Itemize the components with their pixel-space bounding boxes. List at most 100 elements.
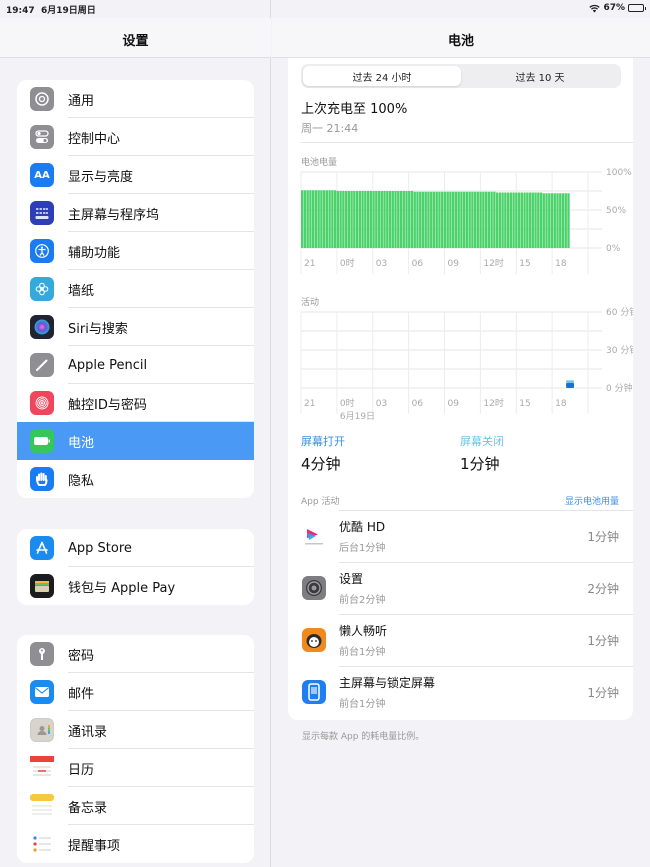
sidebar-item-battery[interactable]: 电池 xyxy=(17,422,254,460)
sidebar-item-pencil[interactable]: Apple Pencil xyxy=(17,346,254,384)
sidebar-item-app-store[interactable]: App Store xyxy=(17,529,254,567)
battery-level-bar xyxy=(487,191,491,248)
battery-icon xyxy=(30,429,54,453)
sidebar-item-calendar[interactable]: 日历 xyxy=(17,749,254,787)
sidebar-item-label: 显示与亮度 xyxy=(68,169,134,185)
sidebar-item-siri[interactable]: Siri与搜索 xyxy=(17,308,254,346)
sidebar-item-hand[interactable]: 隐私 xyxy=(17,460,254,498)
x-tick-label: 15 xyxy=(519,259,530,269)
app-usage-detail: 前台1分钟 xyxy=(339,647,386,658)
battery-level-bar xyxy=(402,191,405,248)
battery-level-bar xyxy=(430,191,433,248)
sidebar-item-reminders[interactable]: 提醒事项 xyxy=(17,825,254,863)
battery-level-bar xyxy=(301,190,304,248)
battery-level-bar xyxy=(465,191,469,248)
app-usage-time: 2分钟 xyxy=(587,581,619,596)
sidebar-item-label: 通讯录 xyxy=(68,724,108,740)
calendar-icon xyxy=(30,756,54,780)
main-header: 电池 xyxy=(272,18,650,58)
sidebar-item-key[interactable]: 密码 xyxy=(17,635,254,673)
page-title: 电池 xyxy=(447,34,474,49)
accessibility-icon xyxy=(30,239,54,263)
app-name: 优酷 HD xyxy=(339,520,386,534)
battery-level-bar xyxy=(460,191,463,248)
battery-level-bar xyxy=(388,191,392,248)
y-tick-label: 100% xyxy=(606,168,632,178)
divider xyxy=(301,142,633,143)
sidebar-item-accessibility[interactable]: 辅助功能 xyxy=(17,232,254,270)
sidebar-item-mail[interactable]: 邮件 xyxy=(17,673,254,711)
reminders-icon xyxy=(30,832,54,856)
home-lock-screen-icon xyxy=(302,680,326,704)
screen-on-stat: 屏幕打开 4分钟 xyxy=(301,433,345,474)
sidebar-item-wallpaper-flower[interactable]: 墙纸 xyxy=(17,270,254,308)
battery-level-bar xyxy=(506,192,510,248)
activity-bar-screen-off xyxy=(566,380,575,383)
sidebar-item-notes[interactable]: 备忘录 xyxy=(17,787,254,825)
battery-level-bar xyxy=(473,191,477,248)
battery-level-bar xyxy=(355,191,359,248)
battery-level-bar xyxy=(457,191,460,248)
youku-icon xyxy=(302,524,326,548)
battery-level-bar xyxy=(539,192,543,248)
battery-level-bar xyxy=(438,191,441,248)
battery-level-bar xyxy=(528,192,532,248)
battery-level-bar xyxy=(408,191,411,248)
app-texts: 优酷 HD 后台1分钟 xyxy=(339,518,385,554)
battery-level-bar xyxy=(556,193,559,248)
sidebar-item-gear[interactable]: 通用 xyxy=(17,80,254,118)
battery-level-bar xyxy=(380,191,383,248)
settings-group-3: 密码邮件通讯录日历备忘录提醒事项 xyxy=(17,635,254,863)
last-charged-time: 周一 21:44 xyxy=(301,122,359,135)
battery-level-bar xyxy=(314,190,318,248)
battery-level-bar xyxy=(325,190,329,248)
battery-level-bar xyxy=(375,191,378,248)
status-bar: 19:47 6月19日周日 67% xyxy=(0,0,650,18)
battery-level-bar xyxy=(526,192,529,248)
battery-level-bar xyxy=(369,191,372,248)
segment-last-10-days[interactable]: 过去 10 天 xyxy=(461,66,619,86)
battery-level-bar xyxy=(476,191,480,248)
battery-level-bar xyxy=(322,190,326,248)
battery-level-bar xyxy=(416,191,419,248)
battery-level-chart: 21 0时 03 06 09 12时 15 18 100% 50% 0% xyxy=(300,168,632,274)
sidebar-item-fingerprint[interactable]: 触控ID与密码 xyxy=(17,384,254,422)
x-tick-label: 18 xyxy=(555,259,567,269)
show-battery-usage-link[interactable]: 显示电池用量 xyxy=(565,494,619,507)
battery-level-bar xyxy=(520,192,523,248)
battery-level-bar xyxy=(364,191,367,248)
battery-level-bar xyxy=(490,191,493,248)
wifi-icon xyxy=(589,4,601,12)
battery-level-bar xyxy=(441,191,444,248)
battery-level-bar xyxy=(311,190,315,248)
sidebar-item-label: 隐私 xyxy=(68,473,95,489)
segment-last-24-hours[interactable]: 过去 24 小时 xyxy=(303,66,461,86)
battery-level-bar xyxy=(523,192,526,248)
sidebar-item-home-grid[interactable]: 主屏幕与程序坞 xyxy=(17,194,254,232)
sidebar-item-label: 备忘录 xyxy=(68,800,108,816)
x-tick-label: 21 xyxy=(304,399,315,409)
sidebar-item-toggles[interactable]: 控制中心 xyxy=(17,118,254,156)
x-tick-label: 06 xyxy=(412,259,424,269)
battery-level-bar xyxy=(353,191,356,248)
app-activity-row[interactable]: 优酷 HD 后台1分钟 1分钟 xyxy=(288,510,633,562)
sidebar-item-label: 控制中心 xyxy=(68,131,121,147)
sidebar-header: 设置 xyxy=(0,18,271,58)
battery-level-bar xyxy=(347,191,351,248)
sidebar-item-text-size[interactable]: AA 显示与亮度 xyxy=(17,156,254,194)
y-tick-label: 50% xyxy=(606,206,626,216)
battery-level-bar xyxy=(542,193,545,248)
screen-off-value: 1分钟 xyxy=(460,455,500,473)
battery-level-bar xyxy=(419,191,422,248)
sidebar-item-wallet[interactable]: 钱包与 Apple Pay xyxy=(17,567,254,605)
x-date-sublabel: 6月19日 xyxy=(340,411,375,422)
battery-level-bar xyxy=(479,191,482,248)
app-activity-row[interactable]: 主屏幕与锁定屏幕 前台1分钟 1分钟 xyxy=(288,666,633,718)
app-activity-row[interactable]: 懒人畅听 前台1分钟 1分钟 xyxy=(288,614,633,666)
sidebar-item-contacts[interactable]: 通讯录 xyxy=(17,711,254,749)
app-activity-row[interactable]: 设置 前台2分钟 2分钟 xyxy=(288,562,633,614)
app-activity-label: App 活动 xyxy=(301,497,340,507)
footer-note: 显示每款 App 的耗电量比例。 xyxy=(302,732,425,742)
sidebar-item-label: Siri与搜索 xyxy=(68,321,128,337)
sidebar-item-label: 密码 xyxy=(68,648,95,664)
